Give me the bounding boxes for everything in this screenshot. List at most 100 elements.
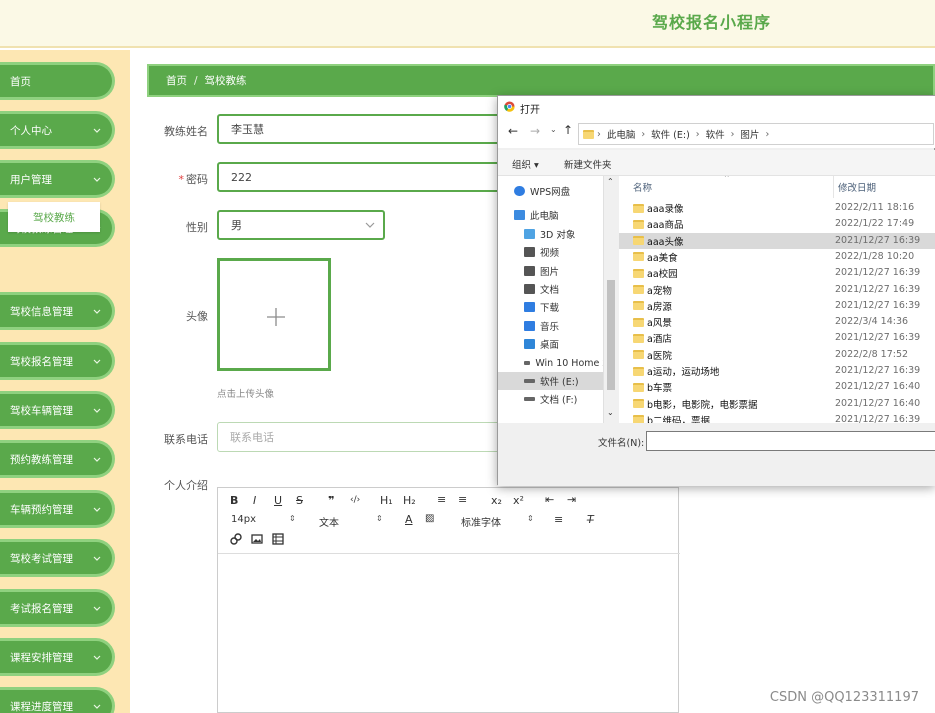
chevron-down-icon <box>93 704 101 709</box>
sidebar-item[interactable]: 考试报名管理 <box>0 589 115 627</box>
ordered-list-button[interactable]: ≡ <box>437 493 446 506</box>
underline-button[interactable]: U <box>274 494 282 507</box>
recent-dropdown-icon[interactable]: ⌄ <box>550 125 557 134</box>
nav-item[interactable]: 3D 对象 <box>498 225 608 243</box>
nav-item[interactable]: 文档 (F:) <box>498 390 608 408</box>
phone-input[interactable]: 联系电话 <box>217 422 517 452</box>
file-row[interactable]: a运动，运动场地 2021/12/27 16:39 <box>619 363 935 379</box>
bullet-list-button[interactable]: ≡ <box>458 493 467 506</box>
file-date: 2022/2/11 18:16 <box>835 202 915 213</box>
sidebar-item[interactable]: 个人中心 <box>0 111 115 149</box>
sidebar-item[interactable]: 课程安排管理 <box>0 638 115 676</box>
sidebar-item[interactable]: 驾校报名管理 <box>0 342 115 380</box>
text-style-select[interactable]: 文本 <box>319 514 339 529</box>
folder-icon <box>633 366 644 376</box>
avatar-uploader[interactable] <box>217 258 331 371</box>
submenu-item-coach[interactable]: 驾校教练 <box>8 202 100 232</box>
scroll-down-icon[interactable]: ⌄ <box>607 408 614 417</box>
align-icon[interactable]: ≡ <box>554 513 563 526</box>
folder-icon <box>633 301 644 311</box>
subscript-button[interactable]: x₂ <box>491 494 502 507</box>
file-date: 2021/12/27 16:39 <box>835 299 921 311</box>
scroll-thumb[interactable] <box>607 280 615 390</box>
nav-item[interactable]: 文档 <box>498 280 608 298</box>
scroll-up-icon[interactable]: ⌃ <box>607 177 614 186</box>
font-family-select[interactable]: 标准字体 <box>461 514 501 529</box>
nav-item[interactable]: Win 10 Home x <box>498 354 608 372</box>
sidebar-item[interactable]: 课程进度管理 <box>0 687 115 713</box>
path-chevron-icon: › <box>765 128 770 140</box>
path-segment[interactable]: 软件 (E:) <box>651 127 690 141</box>
italic-button[interactable]: I <box>253 494 256 507</box>
nav-item[interactable]: 桌面 <box>498 335 608 353</box>
sidebar-item[interactable]: 驾校信息管理 <box>0 292 115 330</box>
name-column-header[interactable]: 名称 <box>633 176 652 198</box>
nav-item[interactable]: 软件 (E:) <box>498 372 603 390</box>
code-block-button[interactable]: ‹/› <box>350 495 360 505</box>
sidebar-item[interactable]: 车辆预约管理 <box>0 490 115 528</box>
clear-format-icon[interactable]: T̶ <box>587 513 594 526</box>
sidebar-item[interactable]: 驾校考试管理 <box>0 539 115 577</box>
nav-item[interactable]: 图片 <box>498 262 608 280</box>
file-row[interactable]: aa美食 2022/1/28 10:20 <box>619 249 935 265</box>
nav-scrollbar[interactable]: ⌃ ⌄ <box>603 176 618 423</box>
file-row[interactable]: a宠物 2021/12/27 16:39 <box>619 282 935 298</box>
date-column-header[interactable]: 修改日期 <box>833 176 876 198</box>
link-icon[interactable] <box>230 533 242 545</box>
path-segment[interactable]: 软件 <box>706 127 725 141</box>
header1-button[interactable]: H₁ <box>380 494 393 507</box>
outdent-button[interactable]: ⇤ <box>545 493 554 506</box>
sidebar-item[interactable]: 驾校车辆管理 <box>0 391 115 429</box>
sidebar-item-label: 课程安排管理 <box>10 651 73 664</box>
video-icon[interactable] <box>272 533 284 545</box>
gender-label: 性别 <box>186 221 208 234</box>
file-row[interactable]: aa校园 2021/12/27 16:39 <box>619 265 935 281</box>
nav-item[interactable]: 音乐 <box>498 317 608 335</box>
forward-arrow-icon[interactable]: → <box>530 124 540 138</box>
submenu-item-label: 驾校教练 <box>33 211 75 224</box>
indent-button[interactable]: ⇥ <box>567 493 576 506</box>
nav-item[interactable]: 此电脑 <box>498 206 608 224</box>
file-row[interactable]: aaa头像 2021/12/27 16:39 <box>619 232 935 249</box>
folder-icon <box>633 350 644 360</box>
sidebar-item[interactable]: 预约教练管理 <box>0 440 115 478</box>
coach-name-input[interactable]: 李玉慧 <box>217 114 517 144</box>
filename-input[interactable] <box>646 431 935 451</box>
file-name-cell: a运动，运动场地 <box>633 364 719 378</box>
path-segment[interactable]: 此电脑 <box>607 127 636 141</box>
file-row[interactable]: a风景 2022/3/4 14:36 <box>619 314 935 330</box>
breadcrumb-home[interactable]: 首页 <box>166 73 187 88</box>
nav-item-label: 此电脑 <box>530 211 559 222</box>
sidebar-item[interactable]: 用户管理 <box>0 160 115 198</box>
password-input[interactable]: 222 <box>217 162 517 192</box>
gender-select[interactable]: 男 <box>217 210 385 240</box>
nav-item[interactable]: 下载 <box>498 298 608 316</box>
organize-button[interactable]: 组织 ▾ <box>512 157 539 171</box>
up-arrow-icon[interactable]: ↑ <box>563 123 573 137</box>
font-size-select[interactable]: 14px <box>231 514 256 525</box>
file-row[interactable]: aaa录像 2022/2/11 18:16 <box>619 200 935 216</box>
file-row[interactable]: a医院 2022/2/8 17:52 <box>619 347 935 363</box>
nav-item[interactable]: WPS网盘 <box>498 182 608 200</box>
path-segment[interactable]: 图片 <box>740 127 759 141</box>
file-name: a医院 <box>647 350 672 362</box>
new-folder-button[interactable]: 新建文件夹 <box>564 157 612 171</box>
file-row[interactable]: b电影，电影院，电影票据 2021/12/27 16:40 <box>619 396 935 412</box>
address-path[interactable]: › 此电脑 › 软件 (E:) › 软件 › 图片 › <box>578 123 934 145</box>
header2-button[interactable]: H₂ <box>403 494 416 507</box>
blockquote-button[interactable]: ❞ <box>328 494 334 507</box>
background-color-icon[interactable]: ▨ <box>425 513 434 524</box>
strike-button[interactable]: S <box>296 494 303 507</box>
file-row[interactable]: b二维码，票据 2021/12/27 16:39 <box>619 412 935 423</box>
font-color-icon[interactable]: A <box>405 513 413 526</box>
sidebar-item[interactable]: 首页 <box>0 62 115 100</box>
image-icon[interactable] <box>251 533 263 545</box>
bold-button[interactable]: B <box>230 494 238 507</box>
superscript-button[interactable]: x² <box>513 494 524 507</box>
file-row[interactable]: a房源 2021/12/27 16:39 <box>619 298 935 314</box>
file-row[interactable]: a酒店 2021/12/27 16:39 <box>619 330 935 346</box>
nav-item[interactable]: 视频 <box>498 243 608 261</box>
back-arrow-icon[interactable]: ← <box>508 124 518 138</box>
file-row[interactable]: aaa商品 2022/1/22 17:49 <box>619 216 935 232</box>
file-row[interactable]: b车票 2021/12/27 16:40 <box>619 379 935 395</box>
